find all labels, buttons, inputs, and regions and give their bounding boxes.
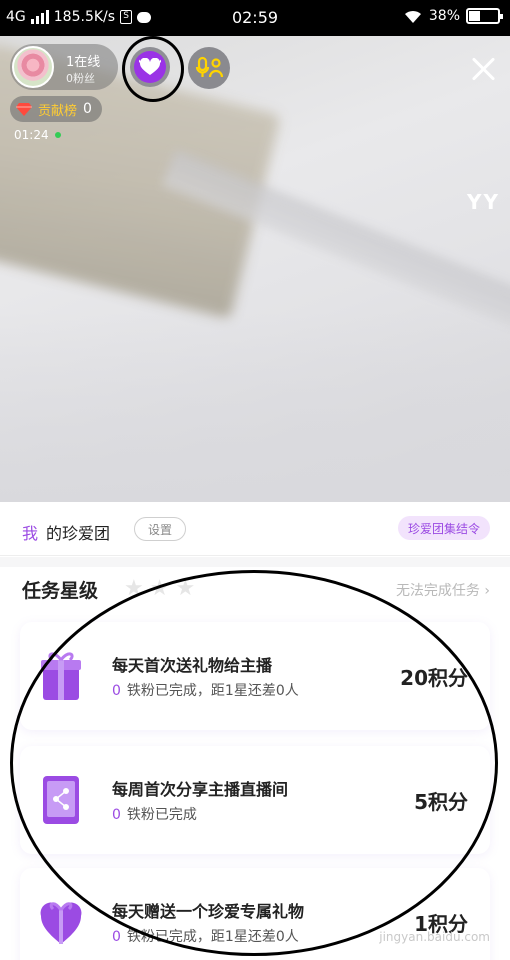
rally-button[interactable]: 珍爱团集结令 [397,516,490,540]
panel-header: 我 的珍爱团 设置 珍爱团集结令 [0,502,510,556]
cannot-complete-label: 无法完成任务 [395,583,480,599]
battery-icon [466,8,503,24]
mic-guests-button[interactable] [188,47,230,89]
rank-value: 0 [83,101,92,117]
live-video[interactable]: 1在线 0粉丝 贡献榜 0 01:24 YY [0,36,510,502]
divider [0,557,510,567]
wifi-icon [404,10,421,23]
diamond-icon [16,103,32,116]
task-level-title: 任务星级 [22,580,99,602]
yy-watermark: YY [467,190,500,214]
status-bar: 4G 185.5K/s S 02:59 38% [0,0,510,36]
contribution-rank-button[interactable]: 贡献榜 0 [10,96,102,122]
battery-percent: 38% [428,8,460,24]
online-dot-icon [54,132,61,138]
annotation-circle-large [10,570,498,956]
host-avatar[interactable] [12,46,54,88]
cannot-complete-link[interactable]: 无法完成任务 › [396,580,490,600]
close-icon[interactable] [466,52,500,86]
me-label: 我 [22,524,39,543]
task-count: 0 [112,929,121,945]
screen: 4G 185.5K/s S 02:59 38% 1在线 0粉丝 贡献榜 0 01… [0,0,510,960]
settings-button[interactable]: 设置 [134,517,186,541]
mic-guests-icon [195,56,224,78]
fans-count: 0粉丝 [66,72,95,85]
heart-gift-icon [40,902,82,944]
timer-text: 01:24 [14,128,49,142]
video-background-floor [0,312,510,502]
annotation-circle-small [122,36,184,102]
status-right: 38% [403,8,503,24]
host-info[interactable]: 1在线 0粉丝 [10,44,118,90]
live-timer: 01:24 [14,128,61,142]
rank-label: 贡献榜 [38,103,78,119]
online-count: 1在线 [66,55,101,70]
chevron-right-icon: › [484,583,490,599]
panel-title: 的珍爱团 [46,524,111,543]
page-watermark: jingyan.baidu.com [379,930,490,944]
